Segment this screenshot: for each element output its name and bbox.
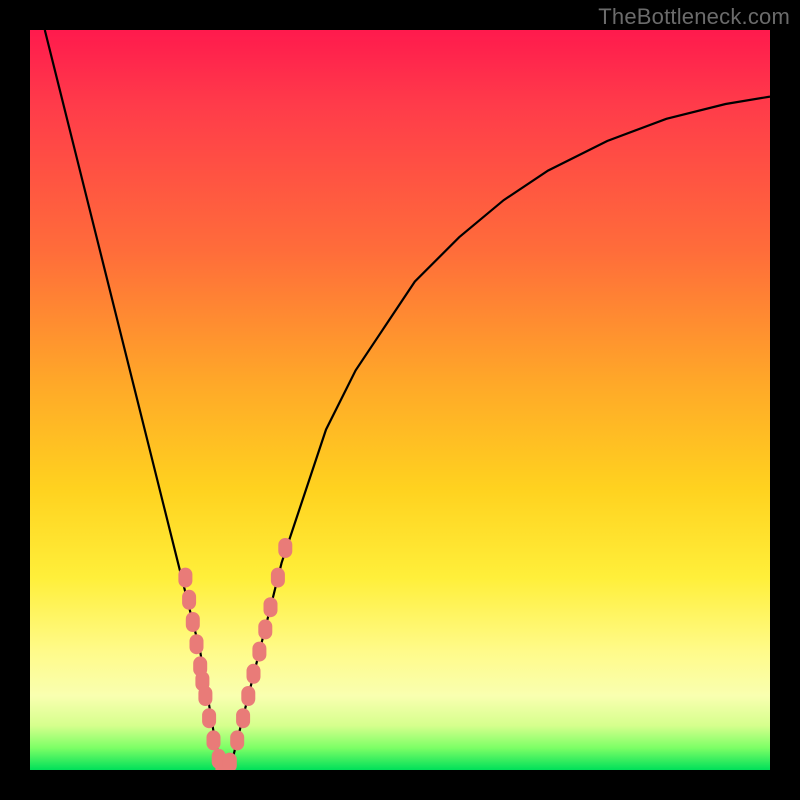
chart-overlay: [30, 30, 770, 770]
data-marker: [186, 612, 200, 632]
data-marker: [230, 730, 244, 750]
data-markers: [178, 538, 292, 770]
data-marker: [271, 568, 285, 588]
bottleneck-curve: [45, 30, 770, 770]
data-marker: [236, 708, 250, 728]
watermark-text: TheBottleneck.com: [598, 4, 790, 30]
data-marker: [178, 568, 192, 588]
chart-frame: TheBottleneck.com: [0, 0, 800, 800]
plot-area: [30, 30, 770, 770]
data-marker: [252, 642, 266, 662]
data-marker: [223, 753, 237, 770]
data-marker: [182, 590, 196, 610]
data-marker: [258, 619, 272, 639]
data-marker: [190, 634, 204, 654]
data-marker: [207, 730, 221, 750]
data-marker: [247, 664, 261, 684]
data-marker: [264, 597, 278, 617]
data-marker: [202, 708, 216, 728]
data-marker: [198, 686, 212, 706]
data-marker: [241, 686, 255, 706]
data-marker: [278, 538, 292, 558]
